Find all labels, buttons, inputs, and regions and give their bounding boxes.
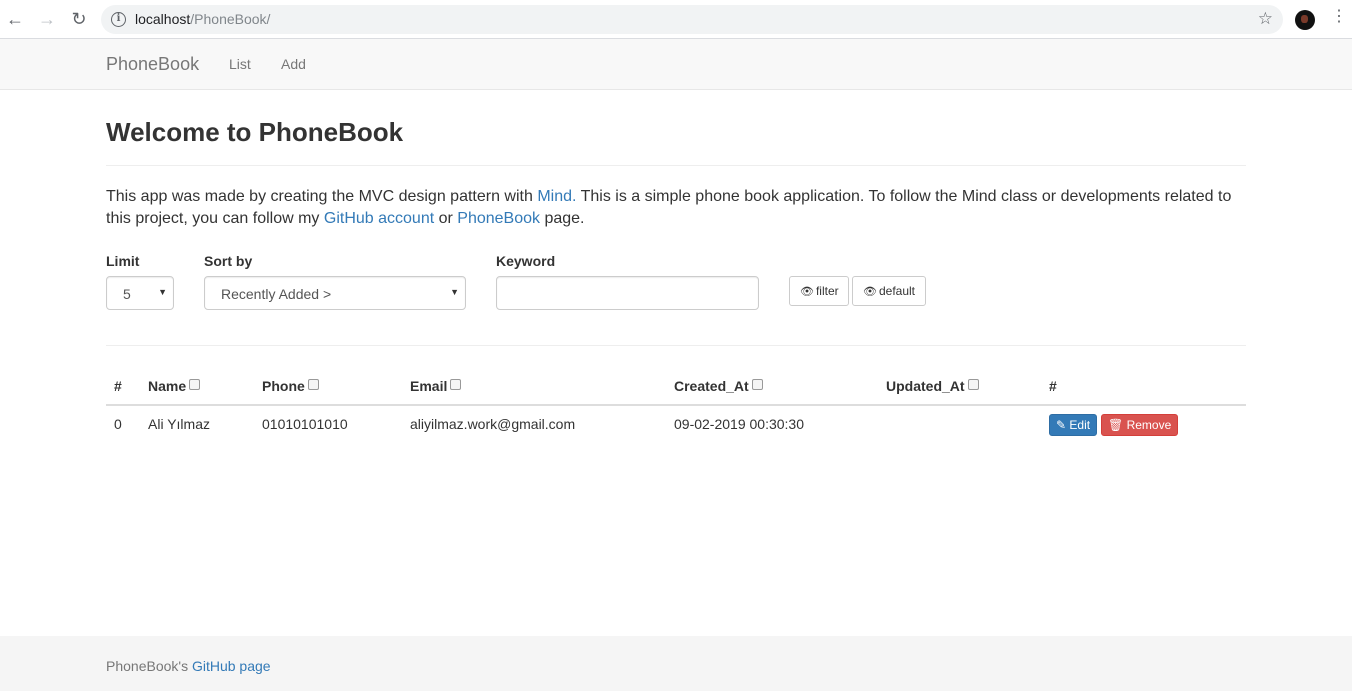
divider — [106, 165, 1246, 166]
keyword-input[interactable] — [496, 276, 759, 310]
edit-icon: ✎ — [1056, 418, 1067, 432]
reload-icon[interactable]: ↻ — [69, 9, 89, 29]
url-text[interactable]: localhost/PhoneBook/ — [135, 11, 270, 27]
limit-select[interactable]: 5 ▼ — [106, 276, 174, 310]
navbar: PhoneBook List Add — [0, 39, 1352, 90]
nav-link-list[interactable]: List — [229, 56, 251, 72]
trash-icon: 🗑 — [1108, 418, 1124, 432]
filter-button[interactable]: 👁 filter — [789, 276, 849, 306]
col-header-index: # — [114, 378, 122, 394]
cell-phone: 01010101010 — [262, 416, 348, 432]
eye-slash-icon: 👁 — [863, 286, 877, 298]
name-column-checkbox[interactable] — [189, 379, 201, 390]
col-header-created-at: Created_At — [674, 378, 763, 394]
footer-text: PhoneBook's GitHub page — [106, 658, 271, 674]
sort-value: Recently Added > — [221, 286, 332, 302]
cell-name: Ali Yılmaz — [148, 416, 210, 432]
bookmark-star-icon[interactable]: ☆ — [1258, 9, 1273, 29]
browser-toolbar: ← → ↻ i localhost/PhoneBook/ ☆ ⋮ — [0, 0, 1352, 39]
table-header-border — [106, 404, 1246, 406]
forward-arrow-icon[interactable]: → — [37, 9, 57, 29]
phone-column-checkbox[interactable] — [307, 379, 319, 390]
col-header-actions: # — [1049, 378, 1057, 394]
limit-label: Limit — [106, 253, 140, 269]
created-at-column-checkbox[interactable] — [751, 379, 763, 390]
col-header-updated-at: Updated_At — [886, 378, 979, 394]
default-button[interactable]: 👁 default — [852, 276, 926, 306]
remove-button[interactable]: 🗑 Remove — [1101, 414, 1179, 436]
divider — [106, 345, 1246, 346]
phonebook-link[interactable]: PhoneBook — [457, 210, 540, 227]
address-bar[interactable]: i localhost/PhoneBook/ ☆ — [101, 5, 1283, 34]
col-header-email: Email — [410, 378, 462, 394]
mind-link[interactable]: Mind. — [537, 188, 576, 205]
footer-github-link[interactable]: GitHub page — [192, 658, 271, 674]
caret-down-icon: ▼ — [158, 287, 167, 297]
sort-label: Sort by — [204, 253, 253, 269]
updated-at-column-checkbox[interactable] — [967, 379, 979, 390]
edit-button[interactable]: ✎ Edit — [1049, 414, 1098, 436]
page-title: Welcome to PhoneBook — [106, 117, 404, 147]
intro-paragraph: This app was made by creating the MVC de… — [106, 188, 1232, 227]
caret-down-icon: ▼ — [450, 287, 459, 297]
col-header-name: Name — [148, 378, 201, 394]
col-header-phone: Phone — [262, 378, 319, 394]
info-icon[interactable]: i — [111, 12, 126, 27]
github-account-link[interactable]: GitHub account — [324, 210, 434, 227]
nav-link-add[interactable]: Add — [281, 56, 306, 72]
eye-icon: 👁 — [800, 286, 814, 298]
email-column-checkbox[interactable] — [450, 379, 462, 390]
navbar-brand[interactable]: PhoneBook — [106, 54, 199, 75]
sort-select[interactable]: Recently Added > ▼ — [204, 276, 466, 310]
keyword-label: Keyword — [496, 253, 556, 269]
footer: PhoneBook's GitHub page — [0, 636, 1352, 691]
limit-value: 5 — [123, 286, 131, 302]
back-arrow-icon[interactable]: ← — [5, 9, 25, 29]
cell-created-at: 09-02-2019 00:30:30 — [674, 416, 804, 432]
profile-avatar[interactable] — [1295, 10, 1315, 30]
cell-index: 0 — [114, 416, 122, 432]
cell-email: aliyilmaz.work@gmail.com — [410, 416, 576, 432]
browser-menu-icon[interactable]: ⋮ — [1331, 9, 1347, 25]
